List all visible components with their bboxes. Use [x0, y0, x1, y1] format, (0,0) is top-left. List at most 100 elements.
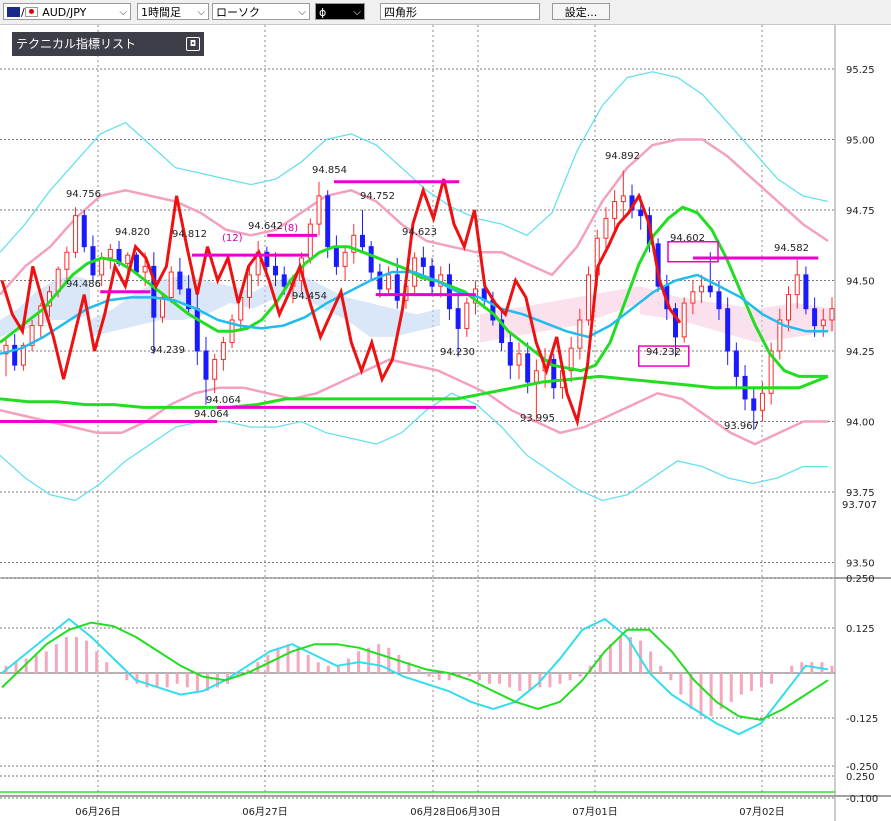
- candle-body: [759, 392, 765, 411]
- price-label: 94.642: [248, 221, 283, 232]
- candle-body: [690, 291, 696, 304]
- macd-histogram-bar: [64, 637, 68, 673]
- bollinger-lower-outer: [0, 392, 828, 502]
- candle-body: [464, 302, 470, 329]
- price-label: 94.582: [774, 243, 809, 254]
- candle-body: [99, 257, 105, 276]
- timeframe-select[interactable]: 1時間足 ⌵: [137, 3, 209, 20]
- draw-tool-select[interactable]: ɸ ⌵: [315, 3, 365, 20]
- candle-body: [586, 274, 592, 321]
- macd-histogram-bar: [659, 665, 663, 673]
- candle-body: [446, 274, 452, 310]
- macd-tick-label: -0.125: [846, 714, 878, 725]
- macd-histogram-bar: [578, 673, 582, 677]
- time-tick-label: 06月26日: [75, 806, 120, 818]
- period-label: (12): [222, 233, 243, 244]
- price-label: 93.995: [520, 413, 555, 424]
- candle-body: [812, 308, 818, 327]
- pair-select[interactable]: / AUD/JPY ⌵: [3, 3, 131, 20]
- price-axis: 95.25 95.00 94.75 94.50 94.25 94.00 93.75 93.50…: [842, 65, 877, 570]
- jpy-flag-icon: [24, 7, 38, 17]
- macd-histogram-bar: [729, 673, 733, 702]
- pair-label: AUD/JPY: [42, 6, 87, 19]
- candle-body: [420, 257, 426, 267]
- time-tick-label: 06月30日: [455, 806, 500, 818]
- candle-body: [325, 195, 331, 248]
- price-label: 93.967: [724, 421, 759, 432]
- macd-histogram-bar: [195, 673, 199, 691]
- chart-type-select[interactable]: ローソク ⌵: [212, 3, 310, 20]
- macd-histogram-bar: [548, 673, 552, 688]
- price-tick-label: 94.00: [846, 418, 875, 429]
- settings-button[interactable]: 設定...: [552, 3, 610, 20]
- indicator-lines: [0, 178, 829, 428]
- macd-histogram-bar: [125, 673, 129, 681]
- price-label: 94.752: [360, 191, 395, 202]
- macd-histogram-bar: [296, 647, 300, 673]
- green-lower-band: [0, 374, 829, 409]
- chevron-down-icon: ⌵: [353, 7, 361, 18]
- close-icon[interactable]: ◘: [186, 37, 200, 51]
- toolbar: / AUD/JPY ⌵ 1時間足 ⌵ ローソク ⌵ ɸ ⌵ 四角形 設定...: [0, 0, 891, 25]
- candle-body: [220, 342, 226, 360]
- macd-histogram-bar: [377, 644, 381, 673]
- candle-body: [307, 223, 313, 259]
- candle-body: [107, 248, 113, 259]
- price-label: 94.230: [440, 347, 475, 358]
- candle-body: [820, 319, 826, 327]
- candle-body: [707, 285, 713, 293]
- candle-body: [533, 370, 539, 383]
- macd-histogram-bar: [759, 673, 763, 688]
- candle-body: [281, 274, 287, 287]
- macd-histogram-bar: [427, 673, 431, 677]
- macd-histogram-bar: [437, 673, 441, 681]
- macd-histogram-bar: [44, 651, 48, 673]
- macd-histogram-bar: [286, 644, 290, 673]
- candle-body: [429, 265, 435, 287]
- bottom-tick-label: -0.100: [846, 794, 878, 805]
- macd-histogram-bar: [780, 673, 784, 674]
- candle-body: [507, 342, 513, 366]
- macd-histogram-bar: [175, 673, 179, 684]
- price-label: 94.232: [646, 347, 681, 358]
- candle-body: [273, 265, 279, 276]
- candle-body: [525, 353, 531, 383]
- shape-label: 四角形: [384, 6, 417, 19]
- macd-histogram-bar: [95, 651, 99, 673]
- bollinger-lower: [0, 358, 828, 446]
- price-label: 94.812: [172, 229, 207, 240]
- candle-body: [125, 254, 131, 265]
- macd-histogram-bar: [417, 669, 421, 673]
- price-label: 94.820: [115, 227, 150, 238]
- macd-histogram-bar: [135, 673, 139, 684]
- price-label: 94.239: [150, 345, 185, 356]
- candle-body: [81, 215, 87, 248]
- macd-histogram-bar: [568, 673, 572, 681]
- price-label: 94.454: [292, 291, 327, 302]
- macd-tick-label: 0.250: [846, 574, 875, 585]
- shape-field[interactable]: 四角形: [380, 3, 540, 20]
- candle-body: [603, 217, 609, 239]
- indicator-list-panel[interactable]: テクニカル指標リスト ◘: [12, 32, 204, 56]
- macd-histogram-bar: [608, 644, 612, 673]
- macd-histogram-bar: [165, 673, 169, 688]
- macd-histogram-bar: [498, 673, 502, 684]
- macd-histogram-bar: [346, 658, 350, 673]
- candle-body: [725, 308, 731, 352]
- macd-histogram-bar: [336, 665, 340, 673]
- timeframe-label: 1時間足: [141, 6, 181, 19]
- macd-histogram-bar: [558, 673, 562, 684]
- candle-body: [386, 274, 392, 290]
- macd-histogram-bar: [830, 665, 834, 673]
- candle-body: [803, 274, 809, 310]
- price-tick-label: 94.75: [846, 206, 875, 217]
- candle-body: [168, 271, 174, 298]
- macd-histogram-bar: [34, 655, 38, 673]
- price-chart[interactable]: 94.756 94.820 94.812 94.486 94.239 94.064 94.0…: [0, 25, 891, 821]
- candle-body: [246, 274, 252, 298]
- period-label: (8): [284, 223, 298, 234]
- price-label: 94.064: [206, 395, 241, 406]
- candle-body: [699, 285, 705, 293]
- price-label: 94.064: [194, 409, 229, 420]
- candle-body: [394, 274, 400, 301]
